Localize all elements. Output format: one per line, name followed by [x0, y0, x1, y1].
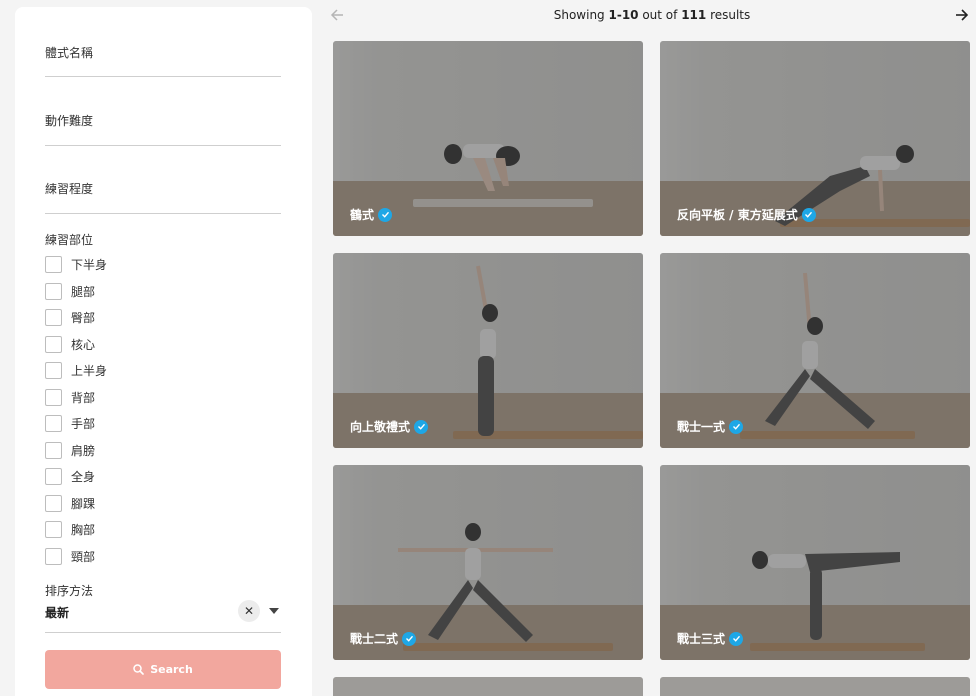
results-count: Showing 1-10 out of 111 results: [330, 8, 974, 22]
checkbox-label: 頸部: [71, 549, 96, 564]
check-icon: [729, 631, 744, 646]
checkbox-label: 下半身: [71, 257, 108, 272]
pose-card[interactable]: 反向平板 / 東方延展式: [660, 41, 970, 236]
pose-title: 戰士三式: [677, 630, 744, 647]
checkbox-label: 全身: [71, 469, 96, 484]
pose-name-field[interactable]: 體式名稱: [45, 7, 281, 77]
pose-card[interactable]: 向上敬禮式: [333, 253, 643, 448]
pose-name: 向上敬禮式: [350, 420, 411, 434]
checkbox[interactable]: [45, 308, 62, 326]
pose-title: 戰士一式: [677, 418, 744, 435]
pose-name: 戰士三式: [677, 632, 726, 646]
checkbox-row[interactable]: 背部: [45, 388, 95, 406]
pose-card[interactable]: 戰士二式: [333, 465, 643, 660]
pose-name-label: 體式名稱: [45, 46, 94, 60]
pose-name: 反向平板 / 東方延展式: [677, 208, 798, 222]
checkbox[interactable]: [45, 547, 62, 565]
arrow-right-icon[interactable]: [955, 8, 969, 22]
level-label: 練習程度: [45, 182, 94, 196]
filter-sidebar: 體式名稱 動作難度 練習程度 練習部位 下半身 腿部 臀部 核心 上半身 背部 …: [15, 7, 312, 696]
checkbox-label: 肩膀: [71, 443, 96, 458]
checkbox[interactable]: [45, 282, 62, 300]
checkbox-label: 手部: [71, 416, 96, 431]
check-icon: [801, 207, 816, 222]
pose-title: 戰士二式: [350, 630, 417, 647]
checkbox-label: 臀部: [71, 310, 96, 325]
level-field[interactable]: 練習程度: [45, 146, 281, 214]
check-icon: [414, 419, 429, 434]
checkbox-row[interactable]: 上半身: [45, 361, 107, 379]
pose-name: 戰士二式: [350, 632, 399, 646]
checkbox-label: 上半身: [71, 363, 108, 378]
pose-name: 戰士一式: [677, 420, 726, 434]
checkbox[interactable]: [45, 361, 62, 379]
checkbox[interactable]: [45, 414, 62, 432]
pose-title: 向上敬禮式: [350, 418, 429, 435]
checkbox-label: 背部: [71, 390, 96, 405]
pose-card-partial[interactable]: [333, 677, 643, 696]
pose-title: 鶴式: [350, 206, 393, 223]
checkbox-row[interactable]: 頸部: [45, 547, 95, 565]
check-icon: [378, 207, 393, 222]
checkbox-label: 胸部: [71, 522, 96, 537]
sort-select[interactable]: 最新: [45, 604, 69, 621]
checkbox[interactable]: [45, 441, 62, 459]
results-suffix: results: [706, 8, 751, 22]
check-icon: [402, 631, 417, 646]
pose-title: 反向平板 / 東方延展式: [677, 206, 816, 223]
difficulty-field[interactable]: 動作難度: [45, 77, 281, 146]
checkbox-row[interactable]: 臀部: [45, 308, 95, 326]
check-icon: [729, 419, 744, 434]
checkbox[interactable]: [45, 388, 62, 406]
checkbox[interactable]: [45, 494, 62, 512]
checkbox-row[interactable]: 核心: [45, 335, 95, 353]
checkbox-label: 腿部: [71, 284, 96, 299]
checkbox-row[interactable]: 胸部: [45, 520, 95, 538]
clear-icon[interactable]: ✕: [238, 600, 260, 622]
results-middle: out of: [638, 8, 682, 22]
pose-card[interactable]: 鶴式: [333, 41, 643, 236]
pose-card-partial[interactable]: [660, 677, 970, 696]
pose-card[interactable]: 戰士三式: [660, 465, 970, 660]
search-button[interactable]: Search: [45, 650, 281, 689]
checkbox-row[interactable]: 腿部: [45, 282, 95, 300]
checkbox[interactable]: [45, 467, 62, 485]
search-icon: [133, 664, 145, 675]
sort-title: 排序方法: [45, 584, 94, 598]
checkbox[interactable]: [45, 255, 62, 273]
difficulty-label: 動作難度: [45, 114, 94, 128]
search-label: Search: [150, 663, 193, 676]
pose-card[interactable]: 戰士一式: [660, 253, 970, 448]
checkbox-row[interactable]: 全身: [45, 467, 95, 485]
checkbox-label: 核心: [71, 337, 96, 352]
checkbox[interactable]: [45, 520, 62, 538]
body-parts-title: 練習部位: [45, 233, 94, 247]
checkbox-row[interactable]: 腳踝: [45, 494, 95, 512]
checkbox[interactable]: [45, 335, 62, 353]
checkbox-row[interactable]: 下半身: [45, 255, 107, 273]
sort-underline: [45, 632, 281, 633]
checkbox-row[interactable]: 肩膀: [45, 441, 95, 459]
pose-name: 鶴式: [350, 208, 375, 222]
results-prefix: Showing: [553, 8, 609, 22]
checkbox-label: 腳踝: [71, 496, 96, 511]
checkbox-row[interactable]: 手部: [45, 414, 95, 432]
chevron-down-icon[interactable]: [269, 608, 279, 614]
results-range: 1-10: [608, 8, 639, 22]
results-total: 111: [681, 8, 707, 22]
